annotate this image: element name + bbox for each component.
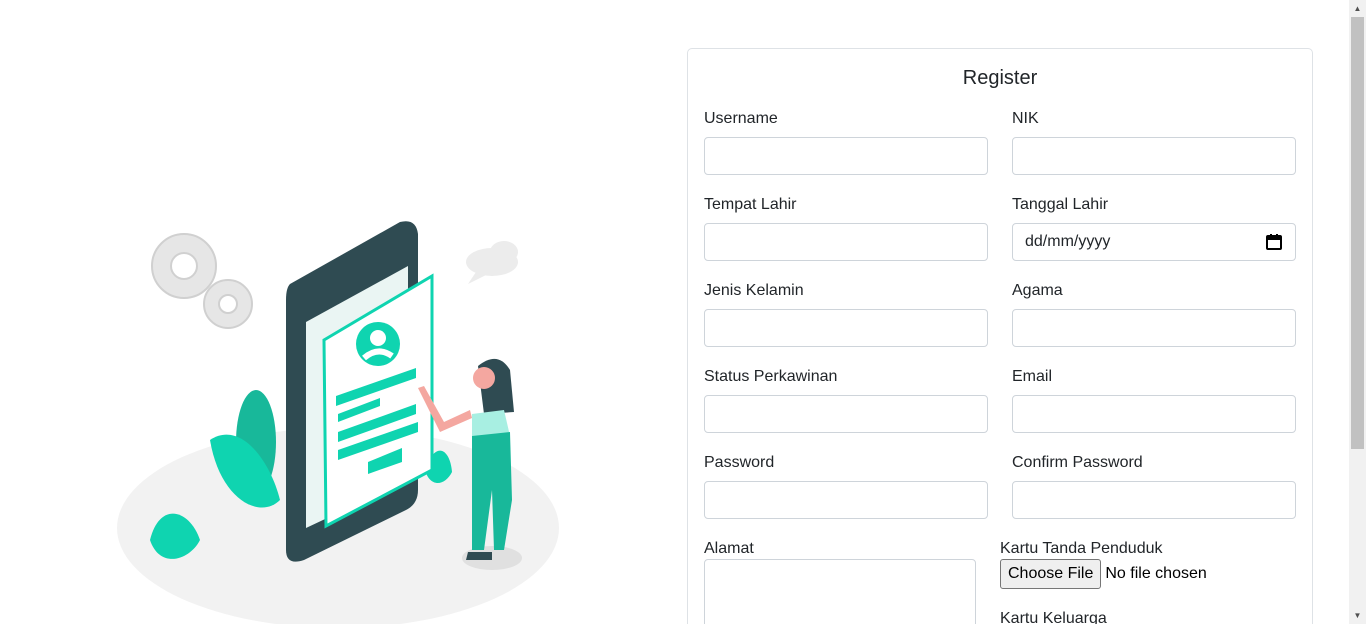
agama-input[interactable] bbox=[1012, 309, 1296, 347]
username-group: Username bbox=[704, 109, 988, 175]
tempat-lahir-group: Tempat Lahir bbox=[704, 195, 988, 261]
password-label: Password bbox=[704, 454, 775, 471]
alamat-label: Alamat bbox=[704, 540, 754, 557]
status-perkawinan-label: Status Perkawinan bbox=[704, 368, 838, 385]
register-card: Register Username NIK Tempat Lahir Tangg… bbox=[687, 48, 1313, 624]
confirm-password-label: Confirm Password bbox=[1012, 454, 1143, 471]
ktp-file-input: Choose File No file chosen bbox=[1000, 559, 1207, 589]
tanggal-lahir-group: Tanggal Lahir dd/mm/yyyy bbox=[1012, 195, 1296, 261]
alamat-textarea[interactable] bbox=[704, 559, 976, 624]
tanggal-lahir-input[interactable]: dd/mm/yyyy bbox=[1012, 223, 1296, 261]
email-group: Email bbox=[1012, 367, 1296, 433]
alamat-group: Alamat bbox=[704, 539, 976, 624]
ktp-label: Kartu Tanda Penduduk bbox=[1000, 540, 1163, 557]
nik-input[interactable] bbox=[1012, 137, 1296, 175]
password-group: Password bbox=[704, 453, 988, 519]
form-title: Register bbox=[962, 67, 1038, 89]
password-input[interactable] bbox=[704, 481, 988, 519]
agama-label: Agama bbox=[1012, 282, 1063, 299]
cloud-icon bbox=[466, 241, 518, 284]
username-label: Username bbox=[704, 110, 778, 127]
nik-label: NIK bbox=[1012, 110, 1039, 127]
jenis-kelamin-input[interactable] bbox=[704, 309, 988, 347]
kk-group: Kartu Keluarga bbox=[1000, 609, 1107, 624]
confirm-password-group: Confirm Password bbox=[1012, 453, 1296, 519]
page-scrollbar[interactable]: ▲ ▼ bbox=[1349, 0, 1366, 624]
file-status: No file chosen bbox=[1105, 565, 1207, 582]
confirm-password-input[interactable] bbox=[1012, 481, 1296, 519]
scroll-up-icon[interactable]: ▲ bbox=[1349, 0, 1366, 17]
register-page: Register Username NIK Tempat Lahir Tangg… bbox=[0, 0, 1366, 624]
tempat-lahir-input[interactable] bbox=[704, 223, 988, 261]
jenis-kelamin-label: Jenis Kelamin bbox=[704, 282, 804, 299]
tanggal-lahir-label: Tanggal Lahir bbox=[1012, 196, 1109, 213]
gear-icon bbox=[151, 233, 253, 329]
scroll-down-icon[interactable]: ▼ bbox=[1349, 607, 1366, 624]
kk-label: Kartu Keluarga bbox=[1000, 610, 1107, 624]
nik-group: NIK bbox=[1012, 109, 1296, 175]
choose-file-button[interactable]: Choose File bbox=[1000, 559, 1102, 589]
register-illustration bbox=[100, 200, 580, 624]
email-label: Email bbox=[1012, 368, 1053, 385]
calendar-icon[interactable] bbox=[1265, 233, 1283, 251]
email-input[interactable] bbox=[1012, 395, 1296, 433]
ktp-group: Kartu Tanda Penduduk Choose File No file… bbox=[1000, 539, 1300, 589]
status-perkawinan-group: Status Perkawinan bbox=[704, 367, 988, 433]
date-placeholder: dd/mm/yyyy bbox=[1025, 233, 1111, 250]
tempat-lahir-label: Tempat Lahir bbox=[704, 196, 797, 213]
username-input[interactable] bbox=[704, 137, 988, 175]
agama-group: Agama bbox=[1012, 281, 1296, 347]
jenis-kelamin-group: Jenis Kelamin bbox=[704, 281, 988, 347]
status-perkawinan-input[interactable] bbox=[704, 395, 988, 433]
scroll-thumb[interactable] bbox=[1351, 17, 1364, 449]
